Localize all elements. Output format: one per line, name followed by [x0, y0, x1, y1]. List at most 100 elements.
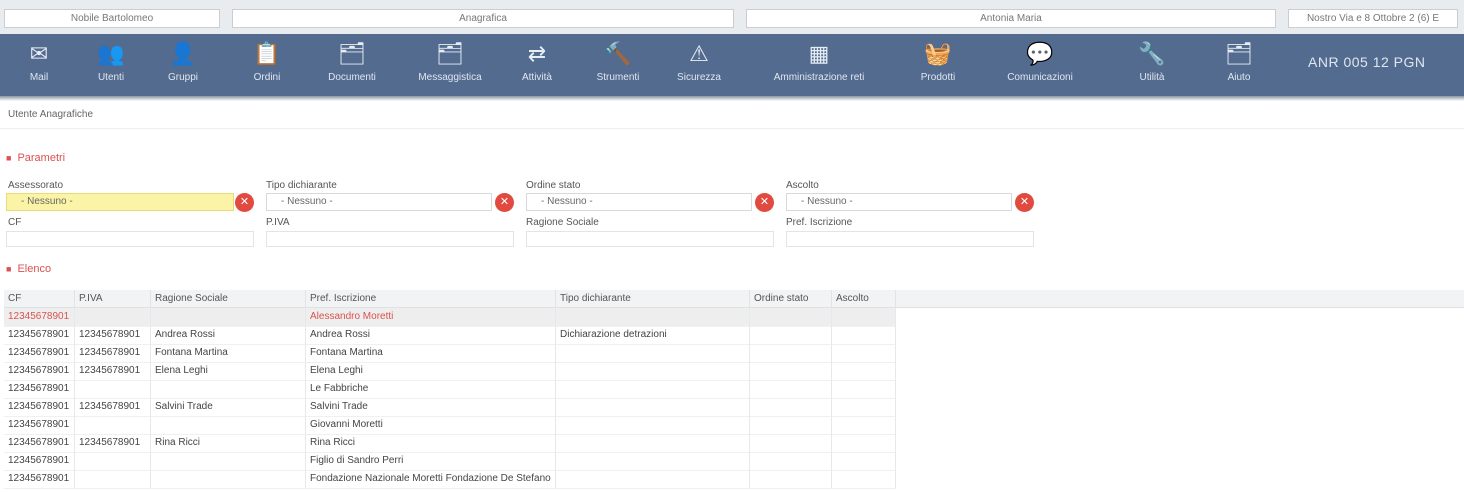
toolbar-label: Documenti — [328, 72, 376, 83]
cell-ragione-sociale: Rina Ricci — [151, 434, 306, 452]
column-header-piva[interactable]: P.IVA — [75, 290, 151, 307]
ordine-stato-select[interactable]: - Nessuno - — [526, 193, 752, 211]
toolbar-orders-button[interactable]: 📋 Ordini — [242, 34, 292, 96]
ragione-sociale-input[interactable] — [526, 231, 774, 247]
cell-piva: 12345678901 — [75, 326, 151, 344]
clear-filter-button[interactable]: ✕ — [235, 193, 254, 212]
ascolto-select[interactable]: - Nessuno - — [786, 193, 1012, 211]
cell-tipo-dichiarante — [556, 452, 750, 470]
user-box[interactable]: Nobile Bartolomeo — [4, 9, 220, 28]
cell-tipo-dichiarante — [556, 380, 750, 398]
table-row[interactable]: 12345678901 12345678901 Rina Ricci Rina Ric… — [4, 434, 896, 453]
cell-piva — [75, 308, 151, 326]
toolbar-help-button[interactable]: 🗂 Aiuto — [1212, 34, 1266, 96]
cell-tipo-dichiarante — [556, 416, 750, 434]
cell-tipo-dichiarante — [556, 434, 750, 452]
chat-icon: 💬 — [1026, 41, 1054, 66]
cell-tipo-dichiarante — [556, 344, 750, 362]
cell-cf: 12345678901 — [4, 344, 75, 362]
module-box[interactable]: Anagrafica — [232, 9, 734, 28]
filters-section-toggle[interactable]: ■ Parametri — [6, 152, 65, 164]
cell-cf: 12345678901 — [4, 326, 75, 344]
toolbar-communications-button[interactable]: 💬 Comunicazioni — [992, 34, 1088, 96]
breadcrumb: Utente Anagrafiche — [8, 109, 94, 120]
toolbar-network-admin-button[interactable]: ▦ Amministrazione reti — [762, 34, 876, 96]
table-row[interactable]: 12345678901 Figlio di Sandro Perri — [4, 452, 896, 471]
clear-filter-button[interactable]: ✕ — [495, 193, 514, 212]
table-row[interactable]: 12345678901 Fondazione Nazionale Moretti … — [4, 470, 896, 489]
table-header: CF P.IVA Ragione Sociale Pref. Iscrizion… — [4, 290, 1464, 308]
toolbar-messages-button[interactable]: 🗂 Messaggistica — [410, 34, 490, 96]
cell-pref-iscrizione: Salvini Trade — [306, 398, 556, 416]
column-header-ascolto[interactable]: Ascolto — [832, 290, 896, 307]
column-header-cf[interactable]: CF — [4, 290, 75, 307]
filter-label: Tipo dichiarante — [266, 180, 337, 191]
envelope-icon: ✉ — [29, 41, 49, 66]
assessorato-select[interactable]: - Nessuno - — [6, 193, 234, 211]
column-header-ordine-stato[interactable]: Ordine stato — [750, 290, 832, 307]
clear-filter-button[interactable]: ✕ — [755, 193, 774, 212]
toolbar-activities-button[interactable]: ⇄ Attività — [512, 34, 562, 96]
toolbar-label: Utilità — [1139, 72, 1165, 83]
clear-filter-button[interactable]: ✕ — [1015, 193, 1034, 212]
table-row[interactable]: 12345678901 Le Fabbriche — [4, 380, 896, 399]
table-row[interactable]: 12345678901 12345678901 Andrea Rossi Andrea… — [4, 326, 896, 345]
filter-label: CF — [8, 217, 22, 228]
office-box[interactable]: Nostro Via e 8 Ottobre 2 (6) E — [1288, 9, 1458, 28]
toolbar-security-button[interactable]: ⚠ Sicurezza — [672, 34, 726, 96]
users-icon: 👥 — [97, 41, 125, 66]
collapse-triangle-icon: ■ — [6, 153, 12, 163]
cell-ascolto — [832, 416, 896, 434]
cell-pref-iscrizione: Giovanni Moretti — [306, 416, 556, 434]
cell-tipo-dichiarante — [556, 470, 750, 488]
cell-ordine-stato — [750, 326, 832, 344]
results-section-toggle[interactable]: ■ Elenco — [6, 263, 51, 275]
toolbar-label: Sicurezza — [677, 72, 721, 83]
clipboard-icon: 📋 — [253, 41, 281, 66]
cf-input[interactable] — [6, 231, 254, 247]
toolbar-label: Strumenti — [596, 72, 640, 83]
column-header-ragione-sociale[interactable]: Ragione Sociale — [151, 290, 306, 307]
toolbar-mail-button[interactable]: ✉ Mail — [14, 34, 64, 96]
basket-icon: 🧺 — [924, 41, 952, 66]
column-header-tipo-dichiarante[interactable]: Tipo dichiarante — [556, 290, 750, 307]
column-header-pref-iscrizione[interactable]: Pref. Iscrizione — [306, 290, 556, 307]
toolbar-tools-button[interactable]: 🔨 Strumenti — [588, 34, 648, 96]
toolbar-label: Gruppi — [167, 72, 198, 83]
filter-label: Ascolto — [786, 180, 819, 191]
table-row[interactable]: 12345678901 Giovanni Moretti — [4, 416, 896, 435]
cell-piva: 12345678901 — [75, 362, 151, 380]
cell-tipo-dichiarante — [556, 308, 750, 326]
cell-pref-iscrizione: Alessandro Moretti — [306, 308, 556, 326]
section-title: Elenco — [17, 263, 52, 275]
toolbar-utilities-button[interactable]: 🔧 Utilità — [1122, 34, 1182, 96]
filter-label: Ordine stato — [526, 180, 581, 191]
wrench-icon: 🔧 — [1138, 41, 1166, 66]
toolbar-products-button[interactable]: 🧺 Prodotti — [910, 34, 966, 96]
table-row[interactable]: 12345678901 12345678901 Salvini Trade Salvi… — [4, 398, 896, 417]
cell-piva: 12345678901 — [75, 434, 151, 452]
cell-ordine-stato — [750, 308, 832, 326]
table-row[interactable]: 12345678901 12345678901 Fontana Martina Fon… — [4, 344, 896, 363]
cell-piva: 12345678901 — [75, 344, 151, 362]
profile-box[interactable]: Antonia Maria — [746, 9, 1276, 28]
cell-ordine-stato — [750, 380, 832, 398]
documents-icon: 🗂 — [338, 41, 366, 66]
toolbar-groups-button[interactable]: 👤 Gruppi — [158, 34, 208, 96]
table-row[interactable]: 12345678901 Alessandro Moretti — [4, 308, 896, 327]
toolbar-documents-button[interactable]: 🗂 Documenti — [312, 34, 392, 96]
toolbar-label: Prodotti — [920, 72, 956, 83]
cell-ascolto — [832, 326, 896, 344]
cell-tipo-dichiarante — [556, 362, 750, 380]
cell-ragione-sociale — [151, 308, 306, 326]
cell-pref-iscrizione: Figlio di Sandro Perri — [306, 452, 556, 470]
cell-piva — [75, 380, 151, 398]
toolbar-users-button[interactable]: 👥 Utenti — [86, 34, 136, 96]
table-row[interactable]: 12345678901 12345678901 Elena Leghi Elena L… — [4, 362, 896, 381]
tipo-dichiarante-select[interactable]: - Nessuno - — [266, 193, 492, 211]
cell-ragione-sociale — [151, 380, 306, 398]
org-code: ANR 005 12 PGN — [1308, 54, 1426, 70]
cell-ordine-stato — [750, 362, 832, 380]
pref-iscrizione-input[interactable] — [786, 231, 1034, 247]
piva-input[interactable] — [266, 231, 514, 247]
